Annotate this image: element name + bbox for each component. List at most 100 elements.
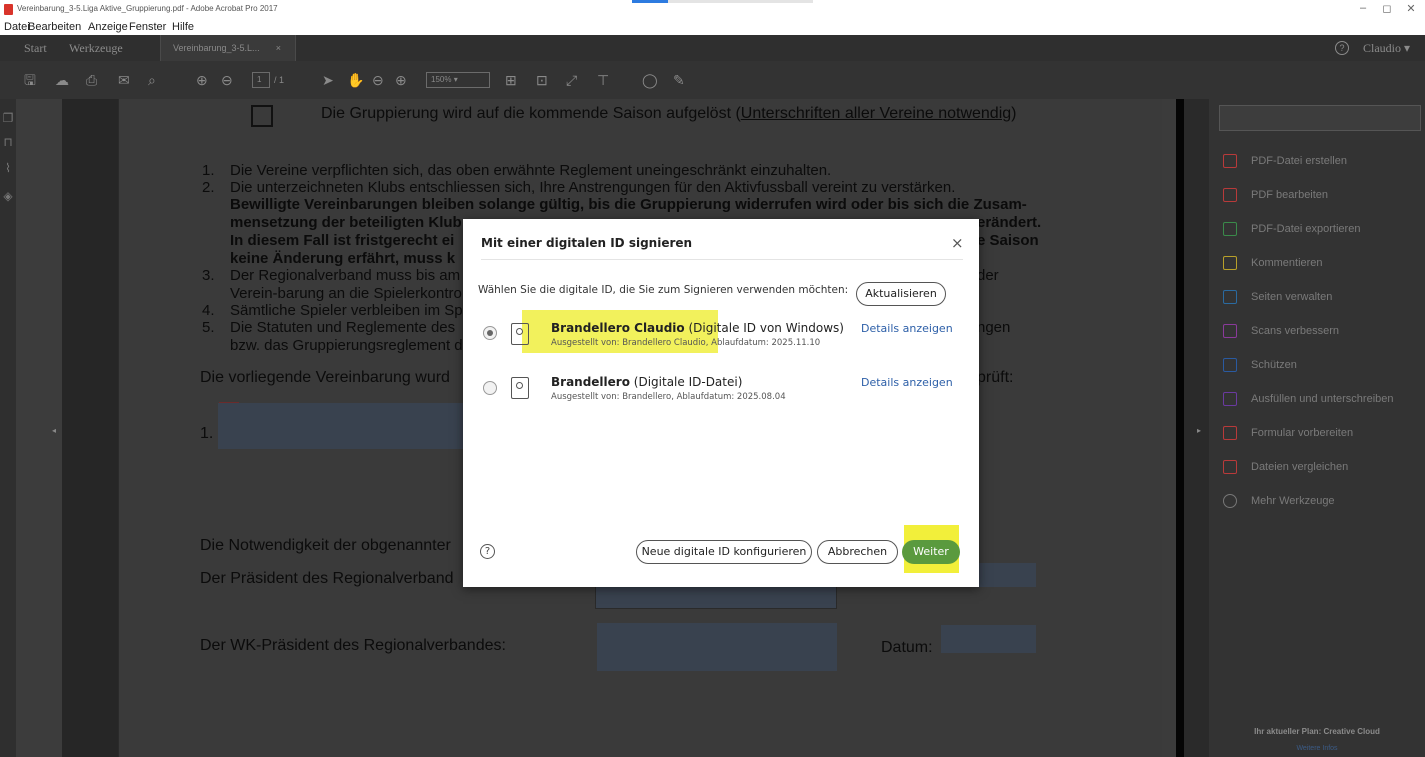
tool-create-pdf[interactable]: PDF-Datei erstellen (1223, 152, 1423, 170)
comment-tool-icon[interactable]: ◯ (642, 72, 658, 88)
refresh-button[interactable]: Aktualisieren (856, 282, 946, 306)
user-name: Claudio (1363, 41, 1401, 55)
protect-icon (1223, 358, 1237, 372)
dialog-title: Mit einer digitalen ID signieren (481, 236, 693, 250)
more-info-link[interactable]: Weitere Infos (1209, 745, 1425, 752)
dissolve-checkbox[interactable] (251, 105, 273, 127)
zoom-dropdown[interactable]: 150% ▾ (426, 72, 490, 88)
attachment-icon[interactable]: ⌇ (2, 161, 14, 175)
tools-search-input[interactable] (1219, 105, 1421, 131)
file-digital-id-icon (511, 377, 529, 399)
print-icon[interactable]: ⎙ (86, 72, 97, 88)
prepare-form-icon (1223, 426, 1237, 440)
tab-document[interactable]: Vereinbarung_3-5.L... × (160, 35, 296, 61)
help-icon[interactable]: ? (1335, 41, 1349, 55)
cancel-button[interactable]: Abbrechen (817, 540, 898, 564)
page-total: / 1 (274, 75, 285, 85)
acrobat-app-icon (4, 4, 13, 15)
tool-more-tools[interactable]: Mehr Werkzeuge (1223, 492, 1423, 510)
configure-new-id-button[interactable]: Neue digitale ID konfigurieren (636, 540, 812, 564)
page-number-input[interactable]: 1 (252, 72, 270, 88)
pages-thumbnail-icon[interactable]: ❐ (2, 111, 14, 125)
tool-edit-pdf[interactable]: PDF bearbeiten (1223, 186, 1423, 204)
tool-organize-pages[interactable]: Seiten verwalten (1223, 288, 1423, 306)
bookmark-icon[interactable]: ⊓ (2, 135, 14, 149)
id-radio-1[interactable] (483, 326, 497, 340)
signature-field-1[interactable] (218, 403, 464, 449)
sign-digital-id-dialog: Mit einer digitalen ID signieren × Wähle… (463, 219, 979, 587)
scrollbar[interactable] (1176, 99, 1184, 757)
menu-datei[interactable]: Datei (4, 21, 30, 33)
rotate-icon[interactable]: ⊤ (597, 72, 609, 88)
id-issued-1: Ausgestellt von: Brandellero Claudio, Ab… (551, 338, 821, 348)
minimize-button[interactable]: – (1356, 2, 1370, 14)
menu-bearbeiten[interactable]: Bearbeiten (28, 21, 81, 33)
id-name-2: Brandellero (551, 375, 630, 389)
maximize-button[interactable]: ◻ (1380, 2, 1394, 15)
details-link-2[interactable]: Details anzeigen (861, 376, 953, 389)
tool-enhance-scans[interactable]: Scans verbessern (1223, 322, 1423, 340)
user-menu[interactable]: Claudio ▾ (1363, 35, 1410, 61)
list-text-4: Sämtliche Spieler verbleiben im Sp (230, 302, 463, 319)
tools-panel: PDF-Datei erstellen PDF bearbeiten PDF-Dat… (1209, 99, 1425, 757)
cloud-upload-icon[interactable]: ☁ (55, 72, 69, 88)
search-icon[interactable]: ⌕ (148, 72, 156, 88)
president-label: Der Präsident des Regionalverband (200, 570, 454, 587)
dialog-help-icon[interactable]: ? (480, 544, 495, 559)
window-title: Vereinbarung_3-5.Liga Aktive_Gruppierung… (17, 4, 278, 13)
wk-date-field[interactable] (941, 625, 1036, 653)
menu-hilfe[interactable]: Hilfe (172, 21, 194, 33)
verified-text-a: Die vorliegende Vereinbarung wurd (200, 369, 450, 386)
page-margin-left (62, 99, 118, 757)
page-down-icon[interactable]: ⊖ (221, 72, 233, 88)
tool-export-pdf[interactable]: PDF-Datei exportieren (1223, 220, 1423, 238)
close-tab-icon[interactable]: × (276, 35, 281, 61)
tool-label: Scans verbessern (1251, 325, 1340, 337)
more-tools-icon (1223, 494, 1237, 508)
tool-fill-sign[interactable]: Ausfüllen und unterschreiben (1223, 390, 1423, 408)
tab-tools[interactable]: Werkzeuge (69, 35, 123, 61)
bold-line-3a: In diesem Fall ist fristgerecht ei (230, 232, 455, 249)
highlight-pen-icon[interactable]: ✎ (673, 72, 685, 88)
dialog-prompt: Wählen Sie die digitale ID, die Sie zum … (478, 284, 849, 296)
collapse-left-icon[interactable]: ◂ (52, 426, 56, 435)
close-window-button[interactable]: ✕ (1404, 2, 1418, 15)
id-radio-2[interactable] (483, 381, 497, 395)
email-icon[interactable]: ✉ (118, 72, 130, 88)
layers-icon[interactable]: ◈ (2, 189, 14, 203)
zoom-in-icon[interactable]: ⊕ (395, 72, 407, 88)
expand-right-panel-icon[interactable]: ▸ (1197, 426, 1201, 435)
fit-width-icon[interactable]: ⊡ (536, 72, 548, 88)
wk-president-label: Der WK-Präsident des Regionalverbandes: (200, 637, 506, 654)
tab-bar: Start Werkzeuge Vereinbarung_3-5.L... × … (0, 35, 1425, 61)
id-name-line-2[interactable]: Brandellero (Digitale ID-Datei) (551, 375, 742, 389)
enhance-scans-icon (1223, 324, 1237, 338)
list-text-5a: Die Statuten und Reglemente des (230, 319, 456, 336)
tool-prepare-form[interactable]: Formular vorbereiten (1223, 424, 1423, 442)
tool-comment[interactable]: Kommentieren (1223, 254, 1423, 272)
menu-anzeige[interactable]: Anzeige (88, 21, 128, 33)
next-button[interactable]: Weiter (902, 540, 960, 564)
list-text-5-line2: bzw. das Gruppierungsreglement d (230, 337, 463, 354)
zoom-value: 150% (431, 75, 452, 84)
fit-page-icon[interactable]: ⊞ (505, 72, 517, 88)
zoom-out-icon[interactable]: ⊖ (372, 72, 384, 88)
page-up-icon[interactable]: ⊕ (196, 72, 208, 88)
select-tool-icon[interactable]: ➤ (322, 72, 334, 88)
dialog-close-icon[interactable]: × (951, 234, 964, 252)
date-label: Datum: (881, 639, 933, 656)
id-issued-2: Ausgestellt von: Brandellero, Ablaufdatu… (551, 392, 786, 402)
tab-start[interactable]: Start (24, 35, 47, 61)
list-num-2: 2. (202, 179, 215, 196)
menu-fenster[interactable]: Fenster (129, 21, 166, 33)
tool-label: PDF-Datei erstellen (1251, 155, 1347, 167)
wk-president-signature-field[interactable] (597, 623, 837, 671)
tool-protect[interactable]: Schützen (1223, 356, 1423, 374)
hand-tool-icon[interactable]: ✋ (347, 72, 364, 88)
heading-close: ) (1011, 105, 1017, 122)
tool-compare-files[interactable]: Dateien vergleichen (1223, 458, 1423, 476)
fullscreen-icon[interactable]: ⤢ (566, 72, 577, 88)
id-name-line-1[interactable]: Brandellero Claudio (Digitale ID von Win… (551, 321, 844, 335)
details-link-1[interactable]: Details anzeigen (861, 322, 953, 335)
save-icon[interactable]: 🖫 (24, 72, 36, 88)
